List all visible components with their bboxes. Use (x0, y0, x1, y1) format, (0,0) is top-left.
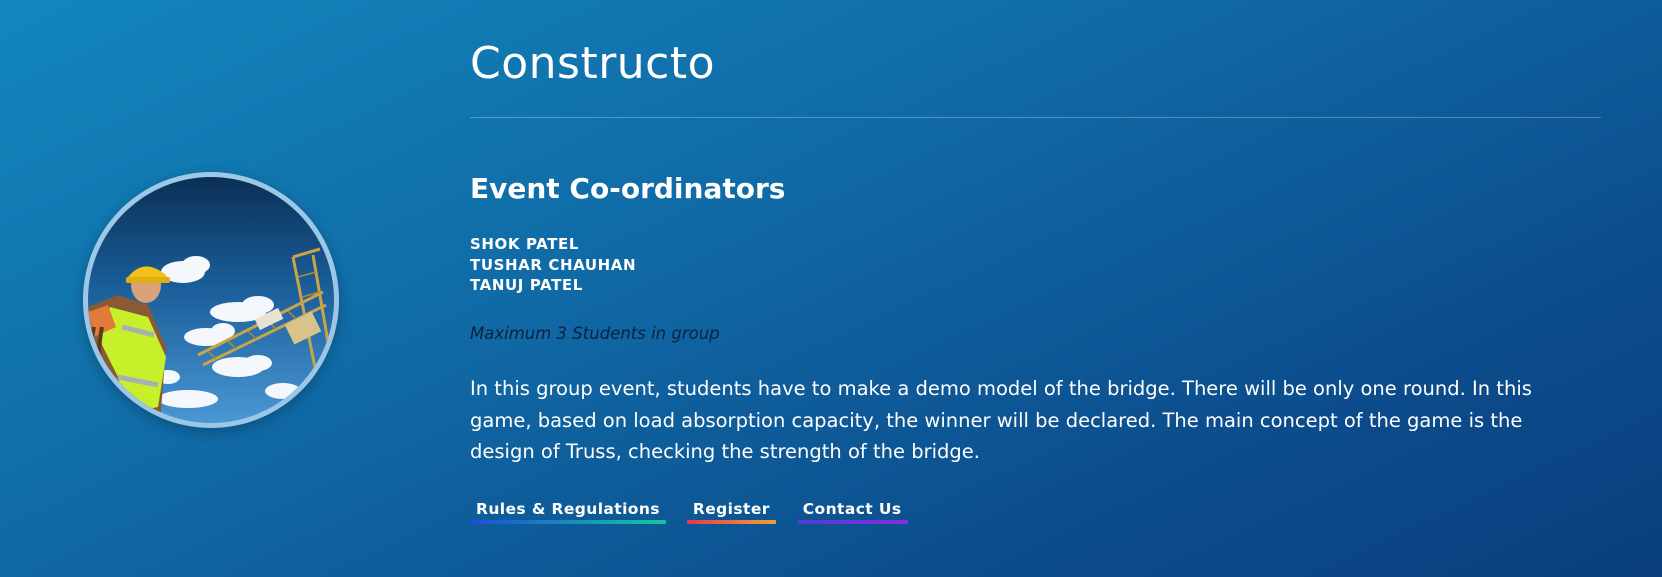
event-description: In this group event, students have to ma… (470, 377, 1532, 463)
rules-regulations-label: Rules & Regulations (476, 500, 660, 518)
event-image-frame (83, 172, 339, 428)
group-size-note: Maximum 3 Students in group (470, 324, 720, 343)
coordinators-list: SHOK PATEL TUSHAR CHAUHAN TANUJ PATEL (470, 234, 636, 296)
register-underline (686, 520, 776, 524)
contact-underline (796, 520, 908, 524)
register-link[interactable]: Register (686, 497, 776, 524)
contact-us-link[interactable]: Contact Us (796, 497, 908, 524)
event-links: Rules & Regulations Register Contact Us (470, 497, 908, 524)
coordinator-name: SHOK PATEL (470, 235, 580, 253)
title-divider (470, 117, 1601, 118)
coordinator-name: TANUJ PATEL (470, 276, 583, 294)
coordinator-name: TUSHAR CHAUHAN (470, 255, 637, 274)
event-title: Constructo (470, 38, 716, 89)
coordinators-heading: Event Co-ordinators (470, 172, 786, 205)
rules-underline (470, 520, 666, 524)
rules-regulations-link[interactable]: Rules & Regulations (470, 497, 666, 524)
construction-worker-crane-icon (88, 177, 334, 423)
register-label: Register (692, 500, 770, 518)
event-image (88, 177, 334, 423)
contact-us-label: Contact Us (802, 500, 902, 518)
